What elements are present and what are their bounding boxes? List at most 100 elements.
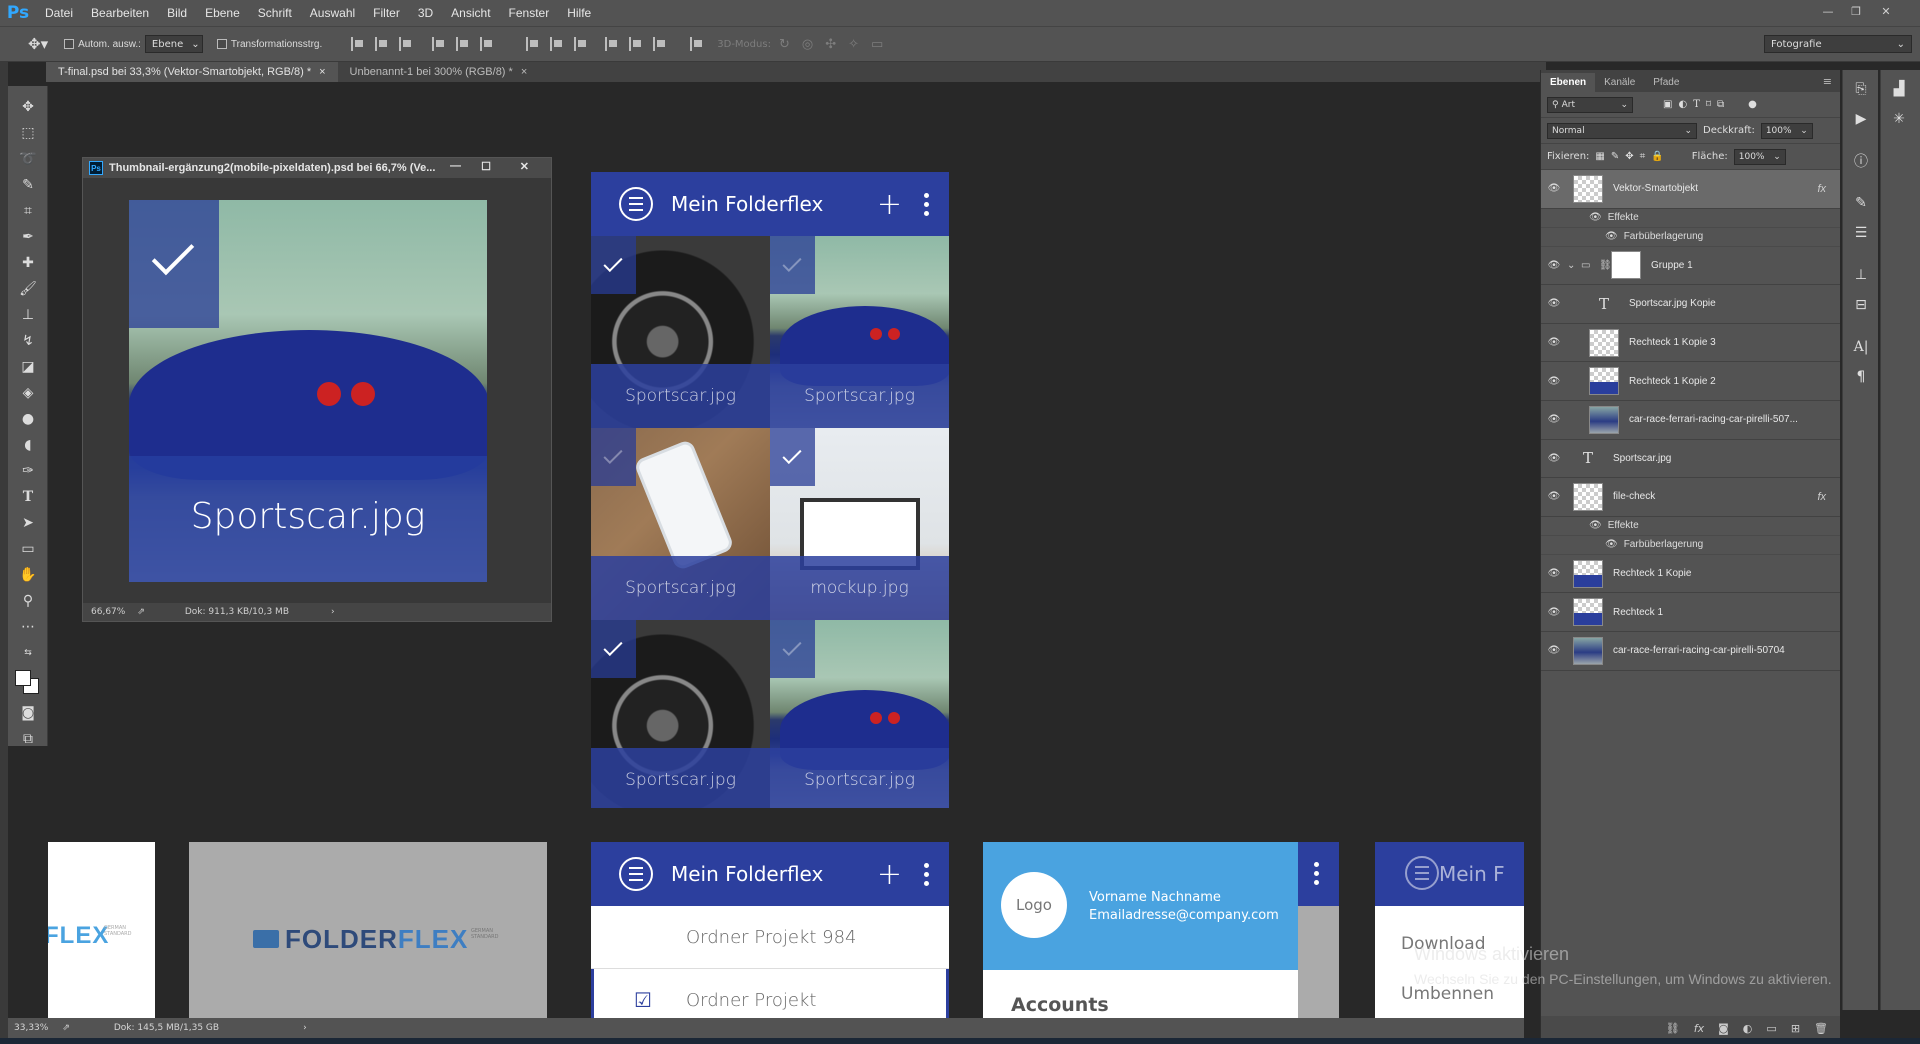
dodge-tool-icon[interactable]: ◖ (8, 432, 48, 458)
move-tool-preset-icon[interactable]: ✥▾ (28, 32, 48, 56)
align-top-icon[interactable] (351, 37, 365, 51)
transform-controls-checkbox[interactable] (216, 39, 227, 49)
close-icon[interactable]: × (521, 66, 527, 78)
menu-ansicht[interactable]: Ansicht (442, 6, 499, 20)
adjustments-panel-icon[interactable]: ⊟ (1843, 290, 1879, 320)
distribute-hcenter-icon[interactable] (629, 37, 643, 51)
minimize-window-button[interactable]: — (1814, 0, 1842, 22)
menu-auswahl[interactable]: Auswahl (301, 6, 364, 20)
new-layer-icon[interactable]: ⊞ (1791, 1022, 1800, 1035)
align-right-icon[interactable] (480, 37, 494, 51)
rectangle-tool-icon[interactable]: ▭ (8, 536, 48, 562)
screen-mode-icon[interactable]: ⧉ (8, 726, 48, 752)
export-icon[interactable]: ⇗ (137, 607, 145, 617)
more-tools-icon[interactable]: ⋯ (8, 614, 48, 640)
lasso-tool-icon[interactable]: ➰ (8, 146, 48, 172)
layer-row[interactable]: 👁 file-check fx (1541, 478, 1840, 517)
filter-kind-dropdown[interactable]: ⚲ Art ⌄ (1547, 96, 1633, 113)
more-vertical-icon[interactable] (1314, 862, 1319, 885)
zoom-level[interactable]: 66,67% (91, 607, 125, 617)
align-left-icon[interactable] (432, 37, 446, 51)
panel-menu-icon[interactable]: ≡ (1815, 71, 1840, 92)
visibility-eye-icon[interactable]: 👁 (1541, 414, 1567, 425)
zoom-level[interactable]: 33,33% (14, 1023, 48, 1033)
auto-select-target-dropdown[interactable]: Ebene ⌄ (144, 35, 203, 53)
hamburger-menu-icon[interactable] (619, 187, 653, 221)
layer-row[interactable]: 👁 Rechteck 1 Kopie 3 (1541, 324, 1840, 363)
workspace-dropdown[interactable]: Fotografie ⌄ (1764, 35, 1912, 53)
link-icon[interactable]: ⛓ (1599, 260, 1612, 271)
menu-ebene[interactable]: Ebene (196, 6, 249, 20)
distribute-top-icon[interactable] (526, 37, 540, 51)
menu-datei[interactable]: Datei (36, 6, 82, 20)
history-panel-icon[interactable]: ⎘ (1843, 74, 1879, 104)
floating-document-window[interactable]: Ps Thumbnail-ergänzung2(mobile-pixeldate… (82, 157, 552, 622)
info-panel-icon[interactable]: ⓘ (1843, 146, 1879, 176)
effect-row[interactable]: 👁 Farbüberlagerung (1541, 228, 1840, 247)
visibility-eye-icon[interactable]: 👁 (1541, 568, 1567, 579)
quick-mask-icon[interactable]: ◙ (8, 700, 48, 726)
effect-row[interactable]: 👁 Farbüberlagerung (1541, 536, 1840, 555)
lock-all-icon[interactable]: 🔒 (1651, 151, 1663, 162)
fill-field[interactable]: 100% ⌄ (1733, 148, 1786, 165)
minimize-icon[interactable]: — (450, 160, 461, 172)
clone-stamp-tool-icon[interactable]: ⊥ (8, 302, 48, 328)
new-group-icon[interactable]: ▭ (1766, 1022, 1776, 1035)
lock-pixels-icon[interactable]: ✎ (1611, 151, 1619, 162)
maximize-icon[interactable]: ☐ (481, 160, 491, 173)
blur-tool-icon[interactable]: ● (8, 406, 48, 432)
align-bottom-icon[interactable] (399, 37, 413, 51)
chevron-right-icon[interactable]: › (303, 1023, 307, 1033)
link-layers-icon[interactable]: ⛓ (1666, 1022, 1680, 1035)
align-vcenter-icon[interactable] (375, 37, 389, 51)
quick-selection-tool-icon[interactable]: ✎ (8, 172, 48, 198)
menu-schrift[interactable]: Schrift (249, 6, 301, 20)
menu-bearbeiten[interactable]: Bearbeiten (82, 6, 158, 20)
auto-align-icon[interactable] (690, 37, 704, 51)
tab-unbenannt-1[interactable]: Unbenannt-1 bei 300% (RGB/8) * × (338, 62, 540, 82)
tab-ebenen[interactable]: Ebenen (1541, 73, 1596, 92)
filter-toggle-icon[interactable]: ● (1748, 99, 1757, 110)
blend-mode-dropdown[interactable]: Normal ⌄ (1547, 122, 1697, 139)
3d-pan-icon[interactable]: ✣ (825, 37, 836, 52)
close-icon[interactable]: × (319, 66, 325, 78)
close-window-button[interactable]: ✕ (1872, 0, 1900, 22)
layer-row[interactable]: 👁 T Sportscar.jpg Kopie (1541, 285, 1840, 324)
logo-artboard-left[interactable]: FLEX GERMAN STANDARD (48, 842, 155, 1022)
account-artboard[interactable]: Logo Vorname Nachname Emailadresse@compa… (983, 842, 1339, 1022)
menu-filter[interactable]: Filter (364, 6, 409, 20)
tab-t-final[interactable]: T-final.psd bei 33,3% (Vektor-Smartobjek… (46, 62, 338, 82)
more-vertical-icon[interactable] (924, 192, 929, 216)
3d-scale-icon[interactable]: ▭ (871, 37, 883, 52)
close-icon[interactable]: ✕ (520, 160, 529, 173)
clone-source-icon[interactable]: ⊥ (1843, 260, 1879, 290)
file-tile[interactable]: Sportscar.jpg (591, 428, 770, 620)
3d-rotate-icon[interactable]: ↻ (779, 37, 790, 52)
swap-colors-icon[interactable]: ⇆ (8, 640, 48, 666)
visibility-eye-icon[interactable]: 👁 (1589, 520, 1602, 531)
zoom-tool-icon[interactable]: ⚲ (8, 588, 48, 614)
export-icon[interactable]: ⇗ (62, 1023, 70, 1033)
visibility-eye-icon[interactable]: 👁 (1541, 607, 1567, 618)
app-artboard-grid[interactable]: Mein Folderflex + Sportscar.jpg Sportsca… (591, 172, 949, 808)
eraser-tool-icon[interactable]: ◪ (8, 354, 48, 380)
lock-position-icon[interactable]: ✥ (1625, 151, 1633, 162)
filter-shape-icon[interactable]: ⌑ (1706, 99, 1711, 110)
menu-artboard[interactable]: Mein F Download Umbennen (1375, 842, 1524, 1022)
fx-icon[interactable]: fx (1817, 491, 1826, 503)
visibility-eye-icon[interactable]: 👁 (1541, 183, 1567, 194)
3d-roll-icon[interactable]: ◎ (802, 37, 813, 52)
menu-bild[interactable]: Bild (158, 6, 196, 20)
paint-bucket-tool-icon[interactable]: ◈ (8, 380, 48, 406)
eyedropper-tool-icon[interactable]: ✒ (8, 224, 48, 250)
restore-window-button[interactable]: ❐ (1842, 0, 1870, 22)
file-tile[interactable]: Sportscar.jpg (770, 620, 949, 808)
pen-tool-icon[interactable]: ✑ (8, 458, 48, 484)
list-item[interactable]: Ordner Projekt 984 (591, 906, 949, 969)
navigator-panel-icon[interactable]: ✳ (1881, 104, 1917, 134)
delete-layer-icon[interactable]: 🗑 (1814, 1022, 1828, 1035)
distribute-vcenter-icon[interactable] (550, 37, 564, 51)
chevron-down-icon[interactable]: ⌄ (1567, 260, 1581, 271)
filter-type-icon[interactable]: T (1693, 99, 1700, 110)
adjustment-layer-icon[interactable]: ◐ (1743, 1022, 1753, 1035)
